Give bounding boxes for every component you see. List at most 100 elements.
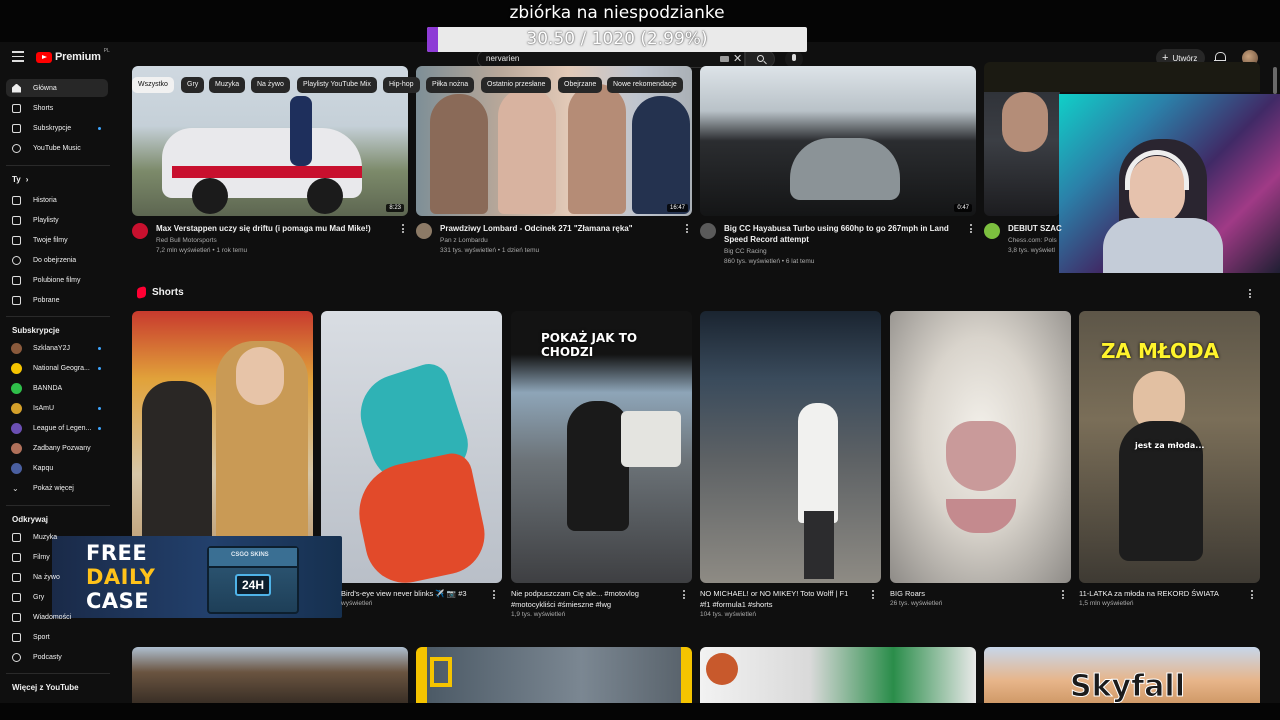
filter-chip[interactable]: Playlisty YouTube Mix (297, 77, 377, 93)
filter-chip[interactable]: Wszystko (132, 77, 174, 93)
video-more-icon[interactable] (686, 224, 689, 235)
filter-chip[interactable]: Piłka nożna (426, 77, 475, 93)
donation-goal-bar: 30.50 / 1020 (2.99%) (427, 27, 807, 52)
channel-avatar[interactable] (984, 223, 1000, 239)
sidebar-item-shorts[interactable]: Shorts (6, 99, 108, 117)
short-title[interactable]: 11-LATKA za młoda na REKORD ŚWIATA (1079, 588, 1239, 599)
sidebar-item-music-note[interactable]: Muzyka (6, 528, 108, 546)
short-thumbnail[interactable]: POKAŻ JAK TO CHODZI (511, 311, 692, 583)
shorts-shelf-more-icon[interactable] (1249, 289, 1252, 300)
sidebar-heading-subscriptions: Subskrypcje (12, 326, 60, 335)
video-title[interactable]: DEBIUT SZACI (1008, 223, 1062, 234)
sidebar-item-your-videos[interactable]: Twoje filmy (6, 231, 108, 249)
sidebar-channel-item[interactable]: BANNDA (6, 379, 108, 397)
short-thumbnail[interactable] (700, 311, 881, 583)
sidebar-channel-item[interactable]: League of Legen... (6, 419, 108, 437)
shorts-heading: Shorts (152, 287, 184, 298)
filter-chip[interactable]: Muzyka (209, 77, 246, 93)
video-thumbnail[interactable] (132, 647, 408, 703)
film-icon (12, 552, 21, 562)
short-more-icon[interactable] (1251, 590, 1254, 601)
sidebar-item-film[interactable]: Filmy (6, 548, 108, 566)
sidebar-item-home[interactable]: Główna (6, 79, 108, 97)
sidebar-channel-item[interactable]: Zadbany Pozwany (6, 439, 108, 457)
sidebar-item-subscriptions[interactable]: Subskrypcje (6, 119, 108, 137)
sidebar-channel-item[interactable]: National Geogra... (6, 359, 108, 377)
video-more-icon[interactable] (970, 224, 973, 235)
sidebar-channel-item[interactable]: Kapqu (6, 459, 108, 477)
short-more-icon[interactable] (493, 590, 496, 601)
sidebar-item-label: Zadbany Pozwany (33, 444, 91, 452)
sidebar-item-music[interactable]: YouTube Music (6, 139, 108, 157)
short-caption: POKAŻ JAK TO CHODZI (541, 331, 638, 359)
video-title[interactable]: Big CC Hayabusa Turbo using 660hp to go … (724, 223, 960, 245)
short-more-icon[interactable] (872, 590, 875, 601)
sidebar-item-playlists[interactable]: Playlisty (6, 211, 108, 229)
new-content-dot (98, 127, 101, 130)
channel-avatar[interactable] (700, 223, 716, 239)
sidebar-show-more[interactable]: ⌄ Pokaż więcej (6, 479, 108, 497)
video-title[interactable]: Prawdziwy Lombard - Odcinek 271 "Złamana… (440, 223, 676, 234)
sidebar-item-gaming[interactable]: Gry (6, 588, 108, 606)
short-thumbnail[interactable] (321, 311, 502, 583)
short-thumbnail[interactable]: ZA MŁODA jest za młoda... (1079, 311, 1260, 583)
channel-name[interactable]: Red Bull Motorsports (156, 236, 217, 246)
short-title[interactable]: Nie podpuszczam Cię ale... #motovlog #mo… (511, 588, 671, 610)
sidebar-item-live[interactable]: Na żywo (6, 568, 108, 586)
short-title[interactable]: Bird's-eye view never blinks ✈️ 📷 #3 (341, 588, 483, 599)
sidebar-item-liked[interactable]: Polubione filmy (6, 271, 108, 289)
rider-figure (567, 401, 629, 531)
short-views: 104 tys. wyświetleń (700, 611, 756, 618)
video-more-icon[interactable] (402, 224, 405, 235)
short-thumbnail[interactable] (890, 311, 1071, 583)
sidebar-item-download[interactable]: Pobrane (6, 291, 108, 309)
sidebar-divider (6, 505, 110, 506)
video-thumbnail[interactable] (700, 647, 976, 703)
channel-avatar[interactable] (132, 223, 148, 239)
sidebar-divider (6, 165, 110, 166)
video-thumbnail[interactable]: 0:47 (700, 66, 976, 216)
sidebar-item-news[interactable]: Wiadomości (6, 608, 108, 626)
channel-avatar[interactable] (416, 223, 432, 239)
short-more-icon[interactable] (1062, 590, 1065, 601)
channel-name[interactable]: Chess.com: Pols (1008, 236, 1062, 246)
sidebar-item-trophy[interactable]: Sport (6, 628, 108, 646)
sidebar-item-label: IsAmU (33, 404, 54, 412)
filter-chip[interactable]: Hip-hop (383, 77, 420, 93)
keyboard-icon[interactable] (720, 56, 729, 62)
short-more-icon[interactable] (683, 590, 686, 601)
sidebar-item-podcast[interactable]: Podcasty (6, 648, 108, 666)
filter-chip[interactable]: Nowe rekomendacje (607, 77, 683, 93)
sidebar-channel-item[interactable]: SzklanaY2J (6, 339, 108, 357)
sidebar-channel-item[interactable]: IsAmU (6, 399, 108, 417)
sidebar-heading-you[interactable]: Ty › (12, 175, 28, 184)
filter-chip[interactable]: Na żywo (251, 77, 290, 93)
sidebar-item-label: Subskrypcje (33, 124, 72, 132)
video-title[interactable]: Max Verstappen uczy się driftu (i pomaga… (156, 223, 392, 234)
liked-icon (12, 275, 21, 285)
page-scrollbar[interactable] (1273, 67, 1277, 94)
filter-chip[interactable]: Gry (181, 77, 205, 93)
menu-icon[interactable] (12, 51, 24, 62)
crate-lid: CSGO SKINS (209, 548, 297, 568)
sidebar-item-label: National Geogra... (33, 364, 90, 372)
sidebar-item-label: Gry (33, 593, 45, 601)
skyfall-caption: Skyfall (1070, 669, 1186, 704)
short-title[interactable]: NO MICHAEL! or NO MIKEY! Toto Wolff | F1… (700, 588, 860, 610)
youtube-premium-logo[interactable]: Premium PL (36, 48, 110, 63)
new-content-dot (98, 427, 101, 430)
filter-chip[interactable]: Ostatnio przesłane (481, 77, 552, 93)
video-thumbnail[interactable]: Skyfall (984, 647, 1260, 703)
short-views: 26 tys. wyświetleń (890, 600, 943, 607)
filter-chip[interactable]: Obejrzane (558, 77, 603, 93)
video-thumbnail[interactable] (416, 647, 692, 703)
sidebar-item-label: BANNDA (33, 384, 63, 392)
short-title[interactable]: BIG Roars (890, 588, 1050, 599)
sidebar-item-watch-later[interactable]: Do obejrzenia (6, 251, 108, 269)
national-geographic-logo-icon (430, 657, 452, 687)
channel-name[interactable]: Pan z Lombardu (440, 236, 488, 246)
sidebar-item-label: Shorts (33, 104, 54, 112)
channel-name[interactable]: Big CC Racing (724, 247, 767, 257)
sidebar-item-history[interactable]: Historia (6, 191, 108, 209)
clear-search-icon[interactable]: ✕ (733, 52, 742, 65)
